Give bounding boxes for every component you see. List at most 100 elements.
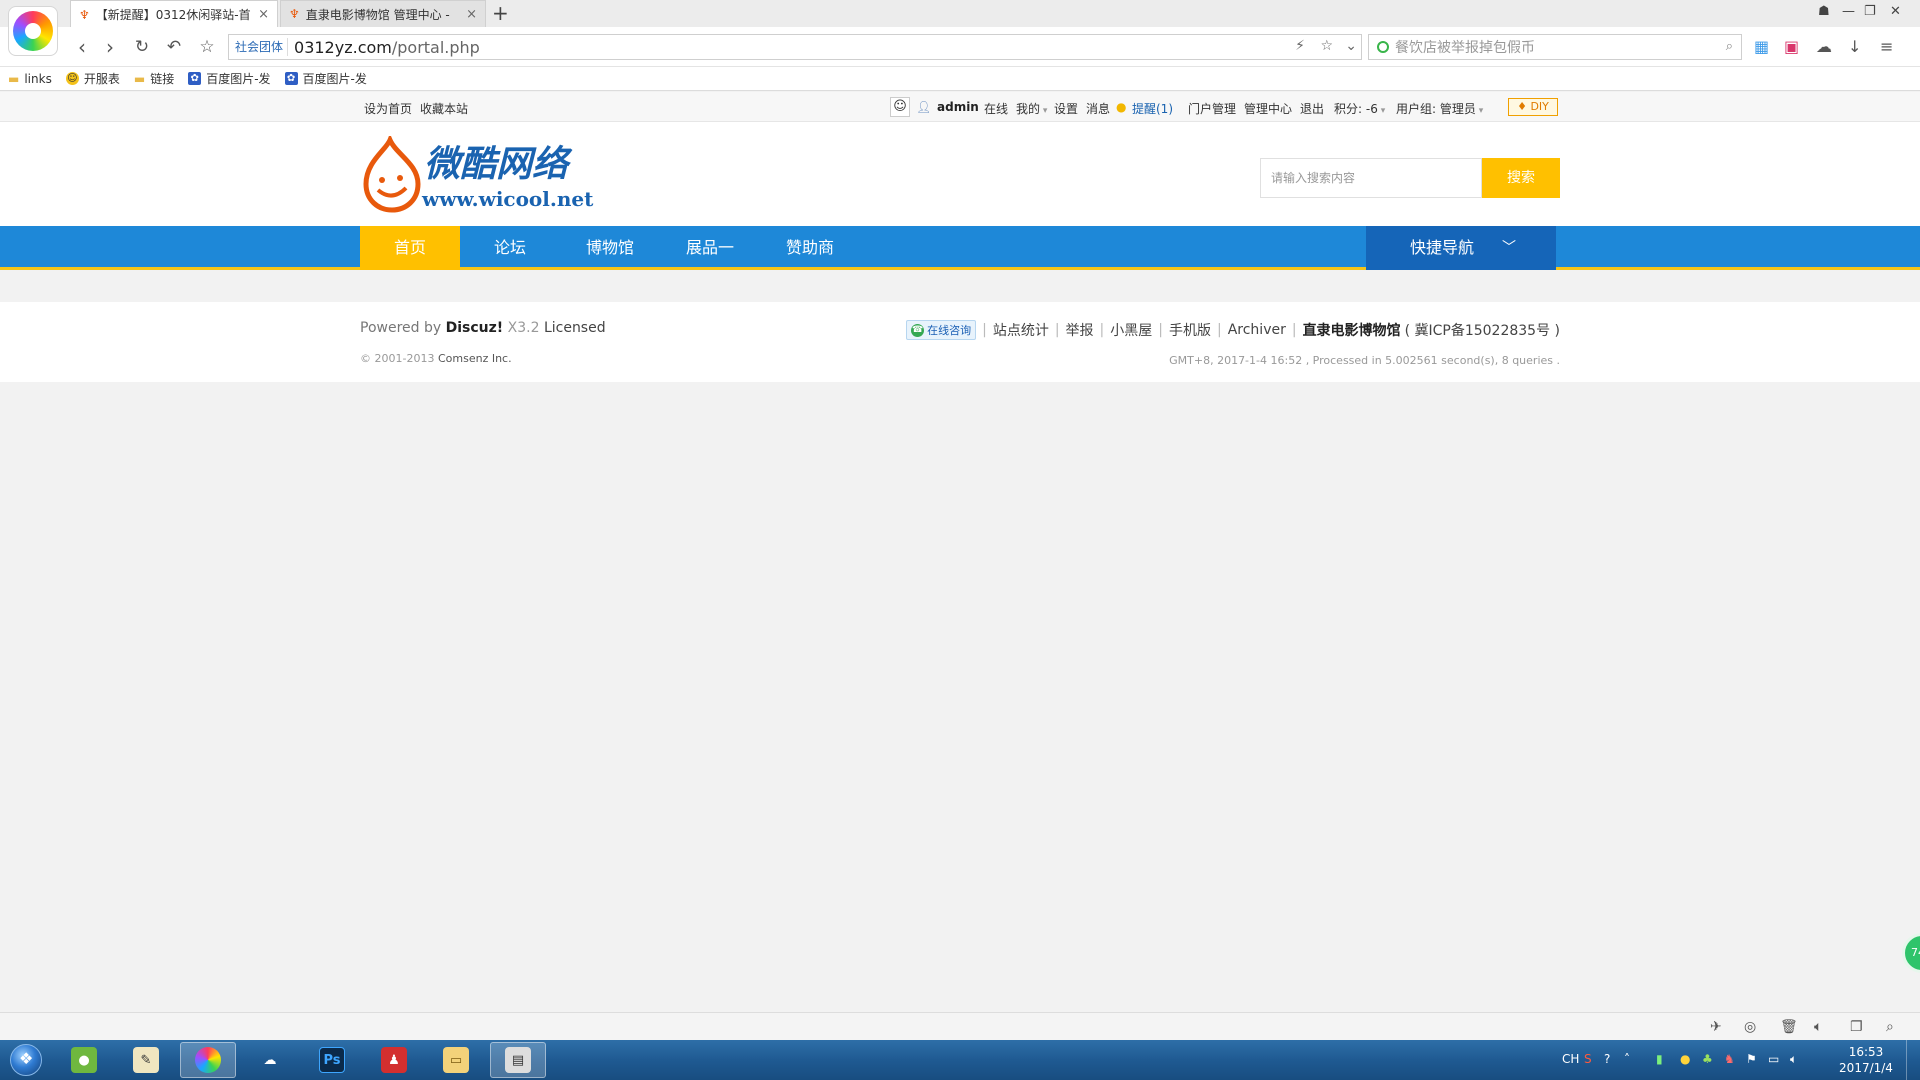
footer-link-report[interactable]: 举报 [1066, 320, 1094, 340]
taskbar-app-cloud[interactable]: ☁ [242, 1042, 298, 1078]
monitor-icon[interactable]: ▭ [1768, 1052, 1779, 1066]
nav-item-home[interactable]: 首页 [360, 226, 460, 270]
undo-close-icon[interactable]: ↶ [162, 35, 186, 59]
bookmark-kaifubiao[interactable]: ☺ 开服表 [65, 70, 120, 87]
site-search-input[interactable]: 请输入搜索内容 [1260, 158, 1482, 198]
avatar[interactable]: ☺ [890, 97, 910, 117]
lightning-icon[interactable]: ⚡ [1295, 38, 1305, 54]
extension-icon[interactable]: ▣ [1784, 37, 1799, 56]
reload-icon[interactable]: ↻ [130, 35, 154, 59]
my-menu[interactable]: 我的 ▾ [1016, 100, 1047, 117]
username-link[interactable]: admin [937, 100, 979, 114]
footer-link-mobile[interactable]: 手机版 [1169, 320, 1211, 340]
trash-icon[interactable]: 🗑︎ [1780, 1019, 1798, 1035]
caret-down-icon: ▾ [1040, 106, 1048, 116]
logout-link[interactable]: 退出 [1300, 100, 1324, 117]
tab-inactive[interactable]: ♆ 直隶电影博物馆 管理中心 - × [280, 0, 486, 27]
footer-link-archiver[interactable]: Archiver [1228, 322, 1286, 338]
divider: | [982, 322, 987, 338]
online-status[interactable]: 在线 [984, 100, 1008, 117]
messages-link[interactable]: 消息 [1086, 100, 1110, 117]
help-icon[interactable]: ? [1604, 1052, 1610, 1066]
portal-admin-link[interactable]: 门户管理 [1188, 100, 1236, 117]
start-button[interactable] [4, 1042, 48, 1078]
taskbar-app-explorer[interactable]: ▭ [428, 1042, 484, 1078]
add-favorite-link[interactable]: 收藏本站 [420, 100, 468, 117]
taskbar-app-browser[interactable] [180, 1042, 236, 1078]
quick-nav-button[interactable]: 快捷导航 ﹀ [1366, 226, 1556, 270]
download-icon[interactable]: ↓ [1848, 37, 1861, 56]
site-search-button[interactable]: 搜索 [1482, 158, 1560, 198]
reminders-link[interactable]: 提醒(1) [1132, 100, 1173, 117]
site-logo[interactable]: 微酷网络 www.wicool.net [360, 136, 660, 214]
set-home-link[interactable]: 设为首页 [364, 100, 412, 117]
online-consult-button[interactable]: ☎ 在线咨询 [906, 320, 977, 340]
nav-item-exhibit[interactable]: 展品一 [660, 226, 760, 270]
footer-icp[interactable]: ( 冀ICP备15022835号 ) [1405, 320, 1560, 340]
browser-tab-bar: ♆ 【新提醒】0312休闲驿站-首 × ♆ 直隶电影博物馆 管理中心 - × +… [0, 0, 1920, 28]
taskbar-app-balloons[interactable]: ● [56, 1042, 112, 1078]
show-desktop-button[interactable] [1906, 1040, 1920, 1080]
bookmark-links[interactable]: ▬ links [8, 72, 52, 86]
browser-search-box[interactable]: 餐饮店被举报掉包假币 ⌕ [1368, 34, 1742, 60]
flag-icon[interactable]: ⚑ [1746, 1052, 1757, 1066]
nav-item-museum[interactable]: 博物馆 [560, 226, 660, 270]
chevron-down-icon[interactable]: ⌄ [1345, 38, 1357, 54]
bookmark-star-icon[interactable]: ☆ [195, 35, 219, 59]
skin-icon[interactable]: ☗ [1818, 4, 1830, 19]
minimize-icon[interactable]: — [1842, 4, 1855, 19]
favorite-star-icon[interactable]: ☆ [1320, 38, 1333, 54]
menu-icon[interactable]: ≡ [1880, 37, 1893, 56]
bookmark-lianjie[interactable]: ▬ 链接 [134, 70, 174, 87]
windows-taskbar: ● ✎ ☁ Ps ♟ ▭ ▤ CH S ? ˄ ▮ ● ♣ ♞ ⚑ ▭ 🔈︎ 1… [0, 1040, 1920, 1080]
apps-icon[interactable]: ▦ [1754, 37, 1769, 56]
taskbar-app-photoshop[interactable]: Ps [304, 1042, 360, 1078]
address-bar[interactable]: 社会团体 0312yz.com/portal.php ⚡ ☆ ⌄ [228, 34, 1362, 60]
network-app-icon[interactable]: ♣ [1702, 1052, 1713, 1066]
usergroup-menu[interactable]: 用户组: 管理员 ▾ [1396, 100, 1483, 117]
diy-button[interactable]: ♦ DIY [1508, 98, 1558, 116]
bookmark-baidu-1[interactable]: ✿ 百度图片-发 [188, 70, 271, 87]
volume-icon[interactable]: 🔈︎ [1814, 1019, 1822, 1035]
search-icon[interactable]: ⌕ [1726, 39, 1733, 54]
close-icon[interactable]: × [460, 7, 477, 22]
nav-item-forum[interactable]: 论坛 [460, 226, 560, 270]
bookmark-baidu-2[interactable]: ✿ 百度图片-发 [284, 70, 367, 87]
settings-link[interactable]: 设置 [1054, 100, 1078, 117]
taskbar-app-red[interactable]: ♟ [366, 1042, 422, 1078]
taskbar-app-pen[interactable]: ✎ [118, 1042, 174, 1078]
sogou-icon[interactable]: S [1584, 1052, 1592, 1066]
system-clock[interactable]: 16:53 2017/1/4 [1830, 1044, 1902, 1076]
battery-icon[interactable]: ▮ [1656, 1052, 1663, 1066]
maximize-icon[interactable]: ❐ [1864, 4, 1876, 19]
browser-logo[interactable] [8, 6, 58, 56]
close-window-icon[interactable]: ✕ [1890, 4, 1901, 19]
taskbar-app-media[interactable]: ▤ [490, 1042, 546, 1078]
wechat-icon[interactable]: ● [1680, 1052, 1690, 1066]
cloud-icon[interactable]: ☁ [1816, 37, 1832, 56]
tab-active[interactable]: ♆ 【新提醒】0312休闲驿站-首 × [70, 0, 278, 28]
company-link[interactable]: Comsenz Inc. [438, 352, 512, 365]
speaker-icon[interactable]: 🔈︎ [1790, 1052, 1797, 1067]
window-icon[interactable]: ❐ [1850, 1019, 1863, 1035]
footer-link-stats[interactable]: 站点统计 [993, 320, 1049, 340]
side-float-widget[interactable]: 74 [1902, 933, 1920, 973]
footer-link-blacklist[interactable]: 小黑屋 [1110, 320, 1152, 340]
footer-site-name[interactable]: 直隶电影博物馆 [1303, 320, 1401, 340]
chevron-up-icon[interactable]: ˄ [1624, 1052, 1630, 1066]
new-tab-icon[interactable]: + [492, 2, 509, 24]
zoom-icon[interactable]: ⌕ [1886, 1019, 1894, 1035]
pin-icon[interactable]: ✈ [1710, 1019, 1722, 1035]
discuz-link[interactable]: Discuz! [446, 320, 504, 336]
input-language[interactable]: CH [1562, 1052, 1579, 1066]
licensed-link[interactable]: Licensed [544, 320, 606, 336]
admin-center-link[interactable]: 管理中心 [1244, 100, 1292, 117]
speed-icon[interactable]: ◎ [1744, 1019, 1756, 1035]
forward-icon[interactable]: › [98, 35, 122, 59]
credits-menu[interactable]: 积分: -6 ▾ [1334, 100, 1385, 117]
nav-item-sponsors[interactable]: 赞助商 [760, 226, 860, 270]
divider: | [1291, 322, 1297, 338]
back-icon[interactable]: ‹ [70, 35, 94, 59]
close-icon[interactable]: × [252, 7, 269, 22]
qq-icon[interactable]: ♞ [1724, 1052, 1735, 1066]
